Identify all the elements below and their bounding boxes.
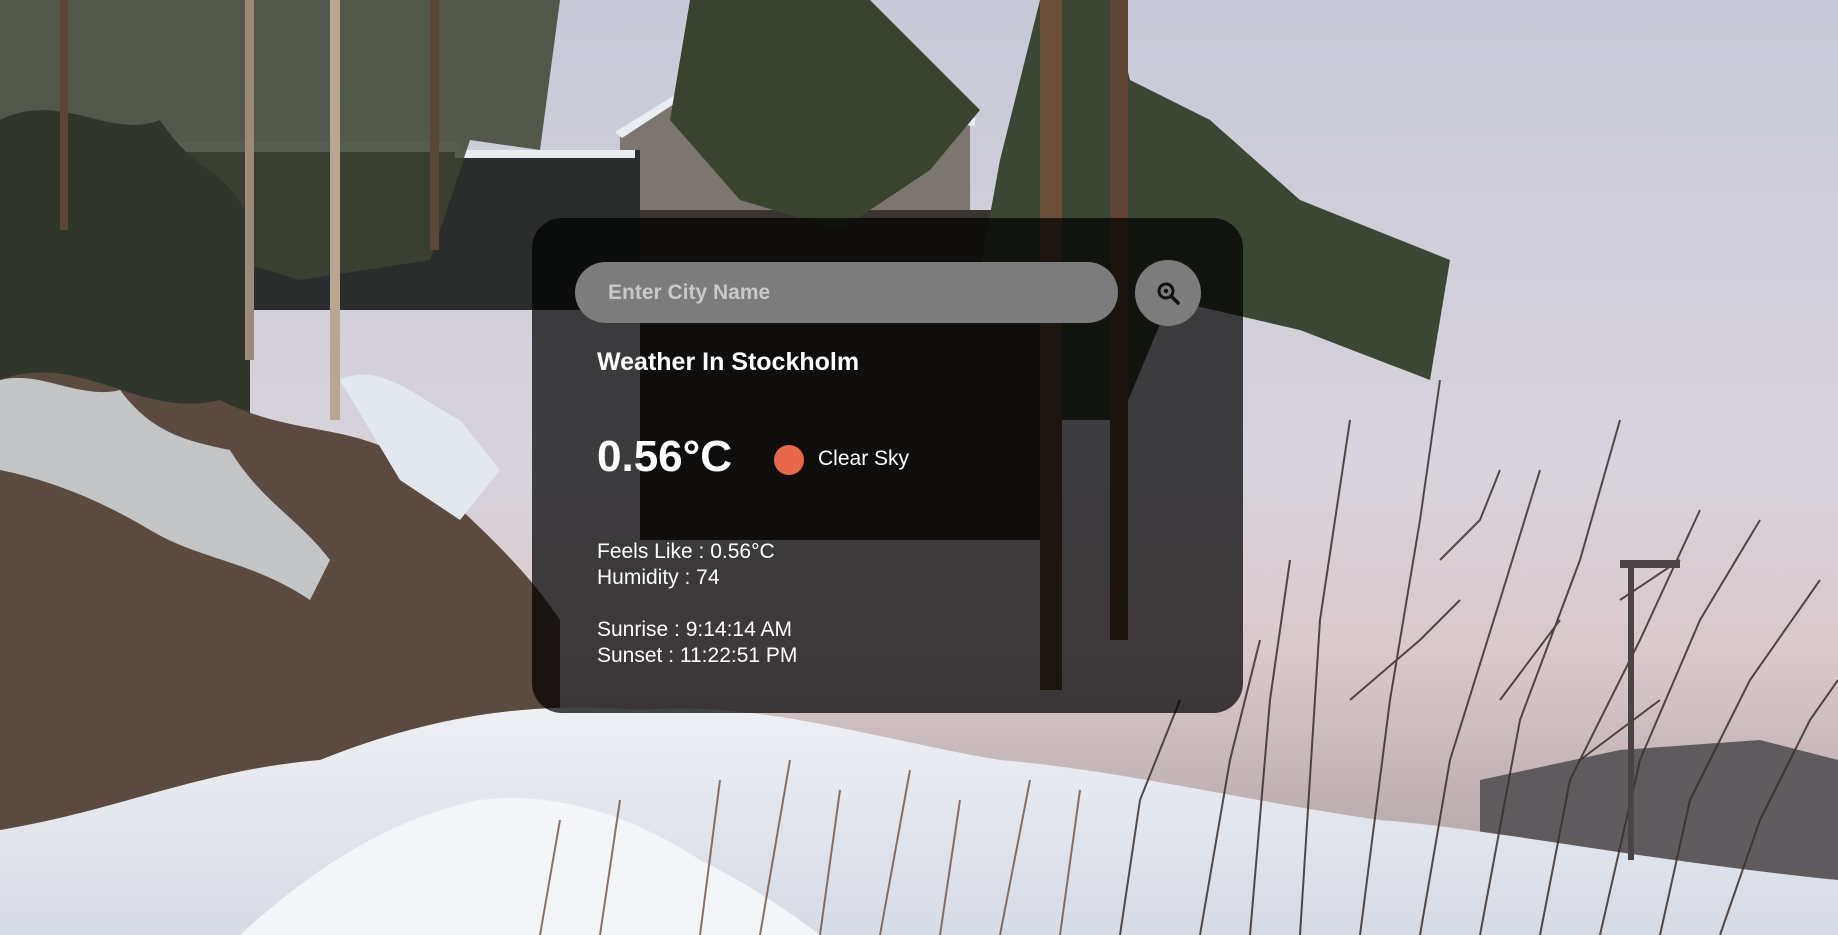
feels-like-text: Feels Like : 0.56°C [597, 540, 775, 563]
humidity-text: Humidity : 74 [597, 566, 720, 589]
search-bar [575, 260, 1201, 326]
details-spacer [597, 591, 797, 617]
sun-dot-icon [774, 445, 804, 475]
city-title: Weather In Stockholm [597, 348, 860, 376]
weather-card: Weather In Stockholm 0.56°C Clear Sky Fe… [532, 218, 1243, 713]
temperature-value: 0.56°C [597, 432, 733, 481]
weather-details: Feels Like : 0.56°C Humidity : 74 Sunris… [597, 539, 797, 669]
sunrise-text: Sunrise : 9:14:14 AM [597, 618, 792, 641]
city-search-input[interactable] [575, 262, 1118, 323]
magnifier-icon [1157, 282, 1180, 305]
condition-label: Clear Sky [818, 447, 910, 470]
search-button[interactable] [1135, 260, 1201, 326]
sunset-text: Sunset : 11:22:51 PM [597, 644, 798, 667]
